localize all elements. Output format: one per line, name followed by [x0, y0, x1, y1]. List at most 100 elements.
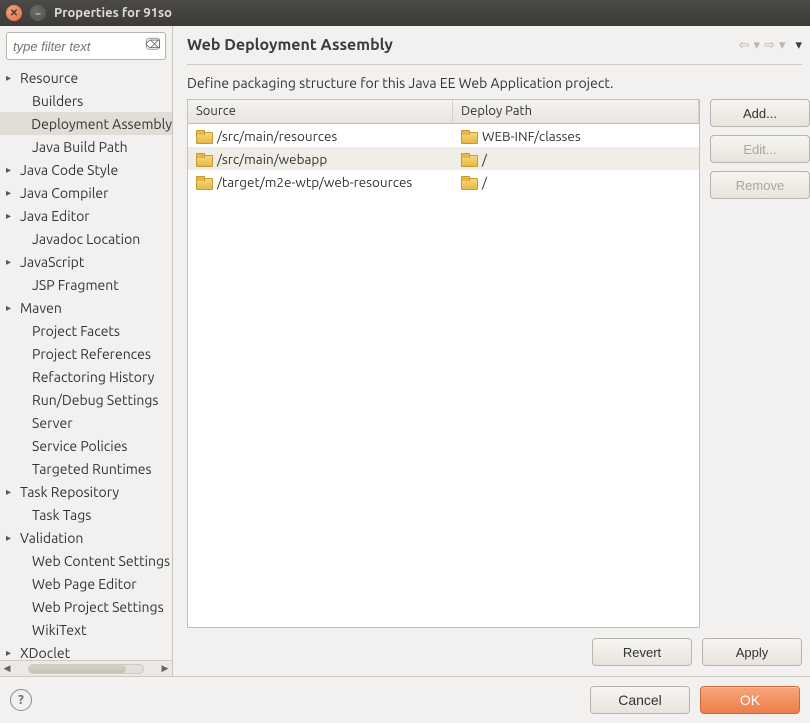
sidebar-item[interactable]: Web Page Editor [0, 572, 172, 595]
sidebar-item-label: Java Code Style [18, 162, 118, 178]
folder-icon [196, 153, 211, 165]
sidebar-item-label: Builders [18, 93, 83, 109]
expand-arrow-icon[interactable]: ▸ [6, 164, 18, 176]
cell-deploy: / [453, 151, 699, 167]
sidebar-item-label: Javadoc Location [18, 231, 140, 247]
sidebar-item[interactable]: Web Project Settings [0, 595, 172, 618]
sidebar-item-label: Java Editor [18, 208, 90, 224]
sidebar-item[interactable]: ▸Resource [0, 66, 172, 89]
assembly-table[interactable]: Source Deploy Path /src/main/resourcesWE… [187, 99, 700, 628]
sidebar-item[interactable]: ▸Java Editor [0, 204, 172, 227]
expand-arrow-icon[interactable]: ▸ [6, 72, 18, 84]
sidebar-item-label: Targeted Runtimes [18, 461, 152, 477]
nav-back-icon[interactable]: ⇦ [739, 38, 750, 53]
cell-source-text: /target/m2e-wtp/web-resources [217, 174, 412, 190]
sidebar-item-label: Web Content Settings [18, 553, 170, 569]
sidebar-horizontal-scrollbar[interactable]: ◀ ▶ [0, 660, 172, 676]
sidebar-item[interactable]: Refactoring History [0, 365, 172, 388]
sidebar-item[interactable]: WikiText [0, 618, 172, 641]
sidebar-item[interactable]: Server [0, 411, 172, 434]
sidebar-item[interactable]: Task Tags [0, 503, 172, 526]
sidebar-item-label: Web Project Settings [18, 599, 164, 615]
sidebar-item-label: Project References [18, 346, 151, 362]
sidebar-item-label: Resource [18, 70, 78, 86]
folder-icon [196, 176, 211, 188]
sidebar-item[interactable]: Run/Debug Settings [0, 388, 172, 411]
sidebar-item-label: Server [18, 415, 73, 431]
sidebar-item[interactable]: Deployment Assembly [0, 112, 172, 135]
column-header-source[interactable]: Source [188, 100, 453, 123]
window-title: Properties for 91so [54, 6, 172, 20]
column-header-deploy[interactable]: Deploy Path [453, 100, 699, 123]
cell-deploy: / [453, 174, 699, 190]
remove-button[interactable]: Remove [710, 171, 810, 199]
category-tree[interactable]: ▸ResourceBuildersDeployment AssemblyJava… [0, 64, 172, 660]
sidebar-item-label: Java Compiler [18, 185, 108, 201]
sidebar-item[interactable]: ▸Java Code Style [0, 158, 172, 181]
sidebar-item-label: Service Policies [18, 438, 128, 454]
sidebar-item-label: Run/Debug Settings [18, 392, 159, 408]
sidebar-item[interactable]: Targeted Runtimes [0, 457, 172, 480]
view-menu-icon[interactable]: ▾ [795, 38, 802, 53]
cell-source-text: /src/main/resources [217, 128, 337, 144]
sidebar-item[interactable]: ▸Validation [0, 526, 172, 549]
sidebar-item[interactable]: Javadoc Location [0, 227, 172, 250]
cell-source-text: /src/main/webapp [217, 151, 327, 167]
scroll-right-icon[interactable]: ▶ [158, 663, 172, 674]
sidebar-item[interactable]: Service Policies [0, 434, 172, 457]
divider [187, 64, 802, 65]
expand-arrow-icon[interactable]: ▸ [6, 647, 18, 659]
scroll-left-icon[interactable]: ◀ [0, 663, 14, 674]
folder-icon [461, 130, 476, 142]
window-close-button[interactable]: ✕ [6, 5, 22, 21]
nav-forward-menu-icon[interactable]: ▾ [779, 38, 786, 53]
filter-input[interactable] [6, 32, 166, 60]
sidebar-item[interactable]: ▸Task Repository [0, 480, 172, 503]
expand-arrow-icon[interactable]: ▸ [6, 302, 18, 314]
cell-source: /src/main/resources [188, 128, 453, 144]
cell-source: /src/main/webapp [188, 151, 453, 167]
sidebar-item[interactable]: JSP Fragment [0, 273, 172, 296]
clear-filter-icon[interactable]: ⌫ [146, 38, 160, 50]
sidebar-item-label: WikiText [18, 622, 87, 638]
sidebar-item[interactable]: ▸XDoclet [0, 641, 172, 660]
window-minimize-button[interactable]: – [30, 5, 46, 21]
help-icon[interactable]: ? [10, 689, 32, 711]
sidebar-item-label: Task Tags [18, 507, 91, 523]
sidebar-item[interactable]: Project Facets [0, 319, 172, 342]
sidebar-item-label: Refactoring History [18, 369, 154, 385]
apply-button[interactable]: Apply [702, 638, 802, 666]
ok-button[interactable]: OK [700, 686, 800, 714]
sidebar-item[interactable]: Java Build Path [0, 135, 172, 158]
sidebar-item[interactable]: Web Content Settings [0, 549, 172, 572]
table-row[interactable]: /target/m2e-wtp/web-resources / [188, 170, 699, 193]
folder-icon [461, 176, 476, 188]
cancel-button[interactable]: Cancel [590, 686, 690, 714]
nav-forward-icon[interactable]: ⇨ [764, 38, 775, 53]
folder-icon [461, 153, 476, 165]
titlebar: ✕ – Properties for 91so [0, 0, 810, 26]
sidebar-item-label: Deployment Assembly [17, 116, 172, 132]
sidebar-item[interactable]: Project References [0, 342, 172, 365]
revert-button[interactable]: Revert [592, 638, 692, 666]
sidebar-item[interactable]: Builders [0, 89, 172, 112]
table-row[interactable]: /src/main/webapp / [188, 147, 699, 170]
expand-arrow-icon[interactable]: ▸ [6, 532, 18, 544]
expand-arrow-icon[interactable]: ▸ [6, 210, 18, 222]
page-nav-toolbar: ⇦ ▾ ⇨ ▾ ▾ [739, 38, 802, 53]
expand-arrow-icon[interactable]: ▸ [6, 256, 18, 268]
sidebar-item-label: JSP Fragment [18, 277, 119, 293]
sidebar-item-label: Maven [18, 300, 62, 316]
sidebar-item-label: Task Repository [18, 484, 119, 500]
nav-back-menu-icon[interactable]: ▾ [754, 38, 761, 53]
table-row[interactable]: /src/main/resourcesWEB-INF/classes [188, 124, 699, 147]
add-button[interactable]: Add... [710, 99, 810, 127]
sidebar-item[interactable]: ▸Java Compiler [0, 181, 172, 204]
sidebar-item[interactable]: ▸Maven [0, 296, 172, 319]
expand-arrow-icon[interactable]: ▸ [6, 187, 18, 199]
edit-button[interactable]: Edit... [710, 135, 810, 163]
sidebar-item[interactable]: ▸JavaScript [0, 250, 172, 273]
sidebar-item-label: JavaScript [18, 254, 84, 270]
page-description: Define packaging structure for this Java… [187, 75, 810, 91]
expand-arrow-icon[interactable]: ▸ [6, 486, 18, 498]
